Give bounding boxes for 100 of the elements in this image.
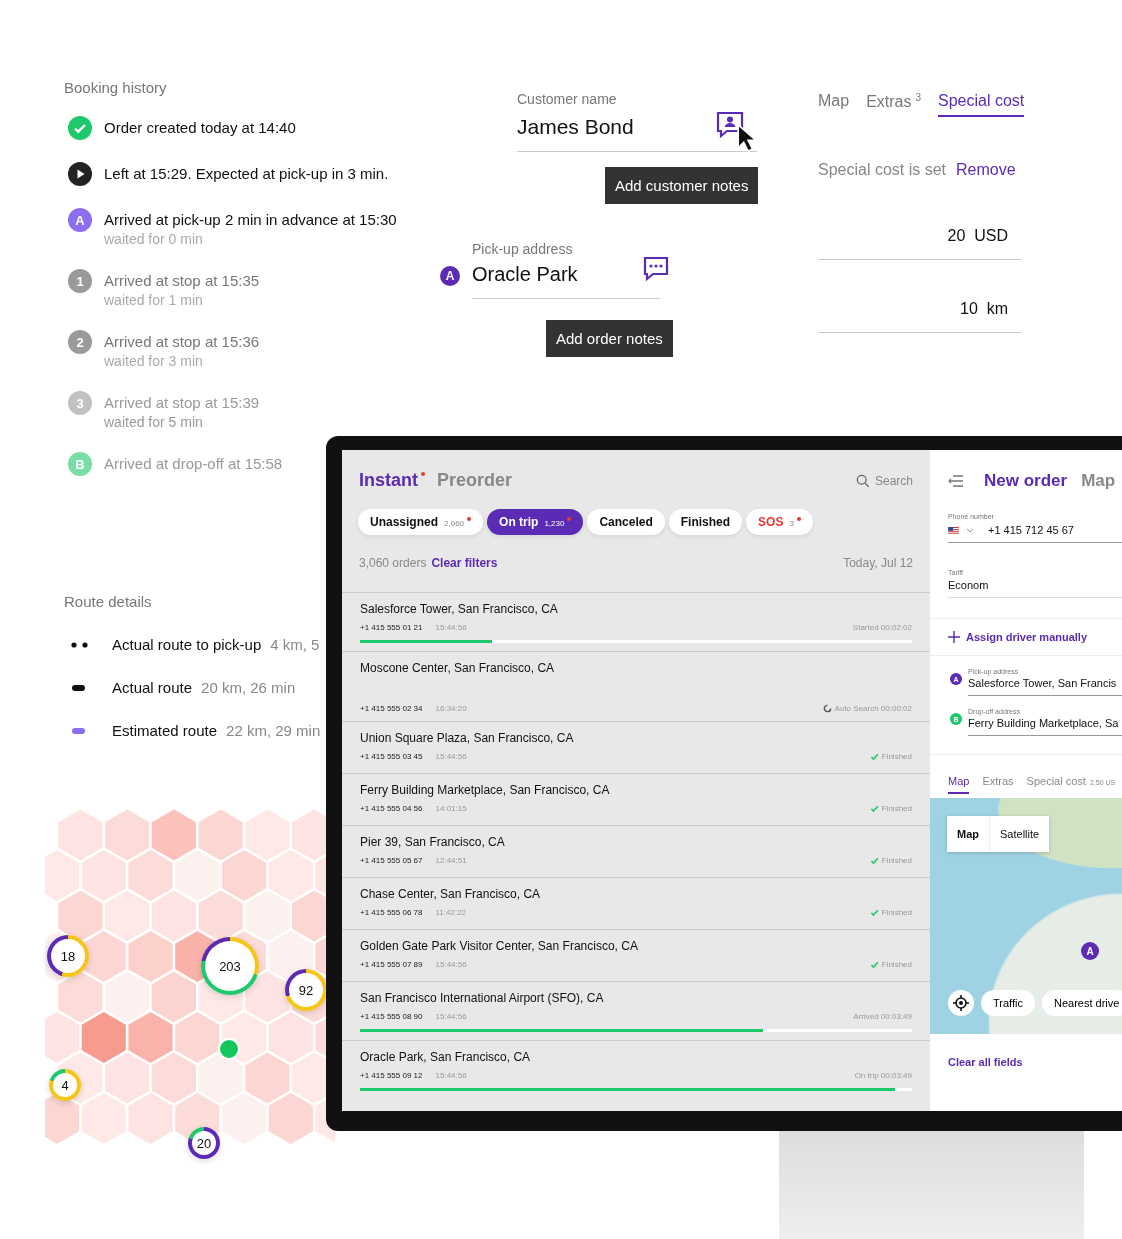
remove-link[interactable]: Remove [956,161,1016,180]
hex-cell [268,850,313,901]
hex-cell [268,931,313,982]
order-row[interactable]: Pier 39, San Francisco, CA +1 415 555 05 67 12:44:51 Finished [342,825,930,877]
phone-number: +1 415 555 06 78 [360,908,423,917]
order-time: 15:44:56 [435,752,467,761]
status-text: Special cost is set [818,161,947,180]
field-label: Pick-up address [472,241,574,257]
chat-icon[interactable] [642,256,670,282]
order-time: 15:44:56 [435,623,467,632]
hex-cell [245,890,290,942]
order-row[interactable]: Oracle Park, San Francisco, CA +1 415 555 09 12 15:44:56 On trip 00:03:49 [342,1040,930,1099]
clear-all-link[interactable]: Clear all fields [930,1034,1122,1068]
order-row[interactable]: Salesforce Tower, San Francisco, CA +1 415 555 01 21 15:44:56 Started 00:02:02 [342,592,930,651]
phone-field[interactable]: +1 415 712 45 67 [948,524,1122,536]
cluster-marker[interactable]: 4 [49,1069,81,1101]
route-label: Actual route [112,679,193,696]
check-circle-icon [68,116,92,140]
map-mode-button[interactable]: Satellite [989,816,1050,852]
hex-cell [58,890,103,942]
order-status: Auto Search 00:00:02 [834,704,912,713]
check-icon [869,960,879,969]
filter-chip[interactable]: SOS 3 [746,509,813,535]
spinner-icon [822,704,832,713]
event-note: waited for 1 min [104,292,204,308]
tab[interactable]: Map [1081,471,1116,491]
event-note: waited for 0 min [104,231,204,247]
event-note: waited for 5 min [104,414,204,430]
order-address: Union Square Plaza, San Francisco, CA [360,731,575,745]
hex-cell [105,890,150,942]
order-address: Salesforce Tower, San Francisco, CA [360,602,559,616]
check-icon [869,804,879,813]
tooltip: Add order notes [546,320,673,357]
order-row[interactable]: Union Square Plaza, San Francisco, CA +1 415 555 03 45 15:44:56 Finished [342,721,930,773]
hex-cell [175,850,220,901]
filter-chip[interactable]: Canceled [587,509,665,535]
chevron-down-icon[interactable] [966,527,974,533]
input-field[interactable]: 10 km [818,300,1021,334]
order-row[interactable]: Ferry Building Marketplace, San Francisco, CA +1 415 555 04 56 14:01:15 Finished [342,773,930,825]
tooltip: Add customer notes [605,167,759,204]
flag-icon[interactable] [948,526,959,534]
check-icon [869,908,879,917]
route-value: 22 km, 29 min [226,722,321,739]
tab[interactable]: Map [948,775,970,794]
tab[interactable]: Extras [982,775,1014,794]
tab[interactable]: New order [984,471,1068,491]
hex-cell [105,1052,150,1104]
hex-cell [245,809,290,861]
tab[interactable]: Special cost [938,92,1025,118]
phone-number: +1 415 555 08 90 [360,1012,423,1021]
event-text: Arrived at pick-up 2 min in advance at 15:30 [104,211,397,228]
toggle-button[interactable]: Nearest drive [1041,990,1122,1016]
hex-cell [151,809,196,861]
order-address: Golden Gate Park Visitor Center, San Francisco, CA [360,939,639,953]
locate-button[interactable] [948,990,974,1016]
hex-cell [151,890,196,942]
hex-cell [81,1012,126,1063]
hex-cell [81,931,126,982]
order-address: Pier 39, San Francisco, CA [360,835,506,849]
assign-driver-link[interactable]: Assign driver manually [966,631,1088,643]
pickup-marker-badge: A [1081,942,1099,960]
order-row[interactable]: Moscone Center, San Francisco, CA +1 415 555 02 34 16:34:20 Auto Search 00:00:02 [342,651,930,721]
route-value: 4 km, 5 [270,636,320,653]
order-time: 15:44:56 [435,1012,467,1021]
marker-badge: A [68,208,92,232]
tab[interactable]: Extras $^{3}$ [866,92,922,118]
hex-cell [175,1012,220,1063]
search-icon [855,473,870,488]
order-time: 14:01:15 [435,804,467,813]
hex-cell [58,971,103,1023]
filter-chip[interactable]: Unassigned 2,060 [358,509,484,535]
order-time: 15:44:56 [435,1071,467,1080]
order-row[interactable]: Golden Gate Park Visitor Center, San Francisco, CA +1 415 555 07 89 15:44:56 Finished [342,929,930,981]
clear-filters-link[interactable]: Clear filters [431,556,498,570]
play-circle-icon [68,162,92,186]
input-field[interactable]: 20 USD [818,227,1021,261]
order-status: Finished [881,804,912,813]
menu-icon[interactable] [948,474,964,488]
cluster-marker[interactable]: 20 [188,1127,220,1159]
hex-cell [245,1052,290,1104]
filter-chip[interactable]: On trip 1,230 [487,509,584,535]
event-text: Arrived at stop at 15:39 [104,394,260,411]
tariff-dropdown[interactable]: Econom [948,579,1122,591]
order-row[interactable]: San Francisco International Airport (SFO), CA +1 415 555 08 90 15:44:56 Arrived 00:03:49 [342,981,930,1040]
route-label: Actual route to pick-up [112,636,262,653]
toggle-button[interactable]: Traffic [981,990,1035,1016]
alert-dot [796,517,801,521]
filter-chip[interactable]: Finished [668,509,743,535]
map-mode-button[interactable]: Map [947,816,989,852]
order-row[interactable]: Chase Center, San Francisco, CA +1 415 555 06 78 11:42:22 Finished [342,877,930,929]
tab[interactable]: Map [818,92,850,118]
hex-cell [105,809,150,861]
order-time: 15:44:56 [435,960,467,969]
hex-cell [128,1012,173,1063]
order-address: Ferry Building Marketplace, San Francisco, CA [360,783,611,797]
marker-badge: B [68,452,92,476]
plus-icon[interactable] [948,631,960,643]
hex-cell [81,850,126,901]
tab[interactable]: Instant [359,470,425,491]
marker-badge: 2 [68,330,92,354]
